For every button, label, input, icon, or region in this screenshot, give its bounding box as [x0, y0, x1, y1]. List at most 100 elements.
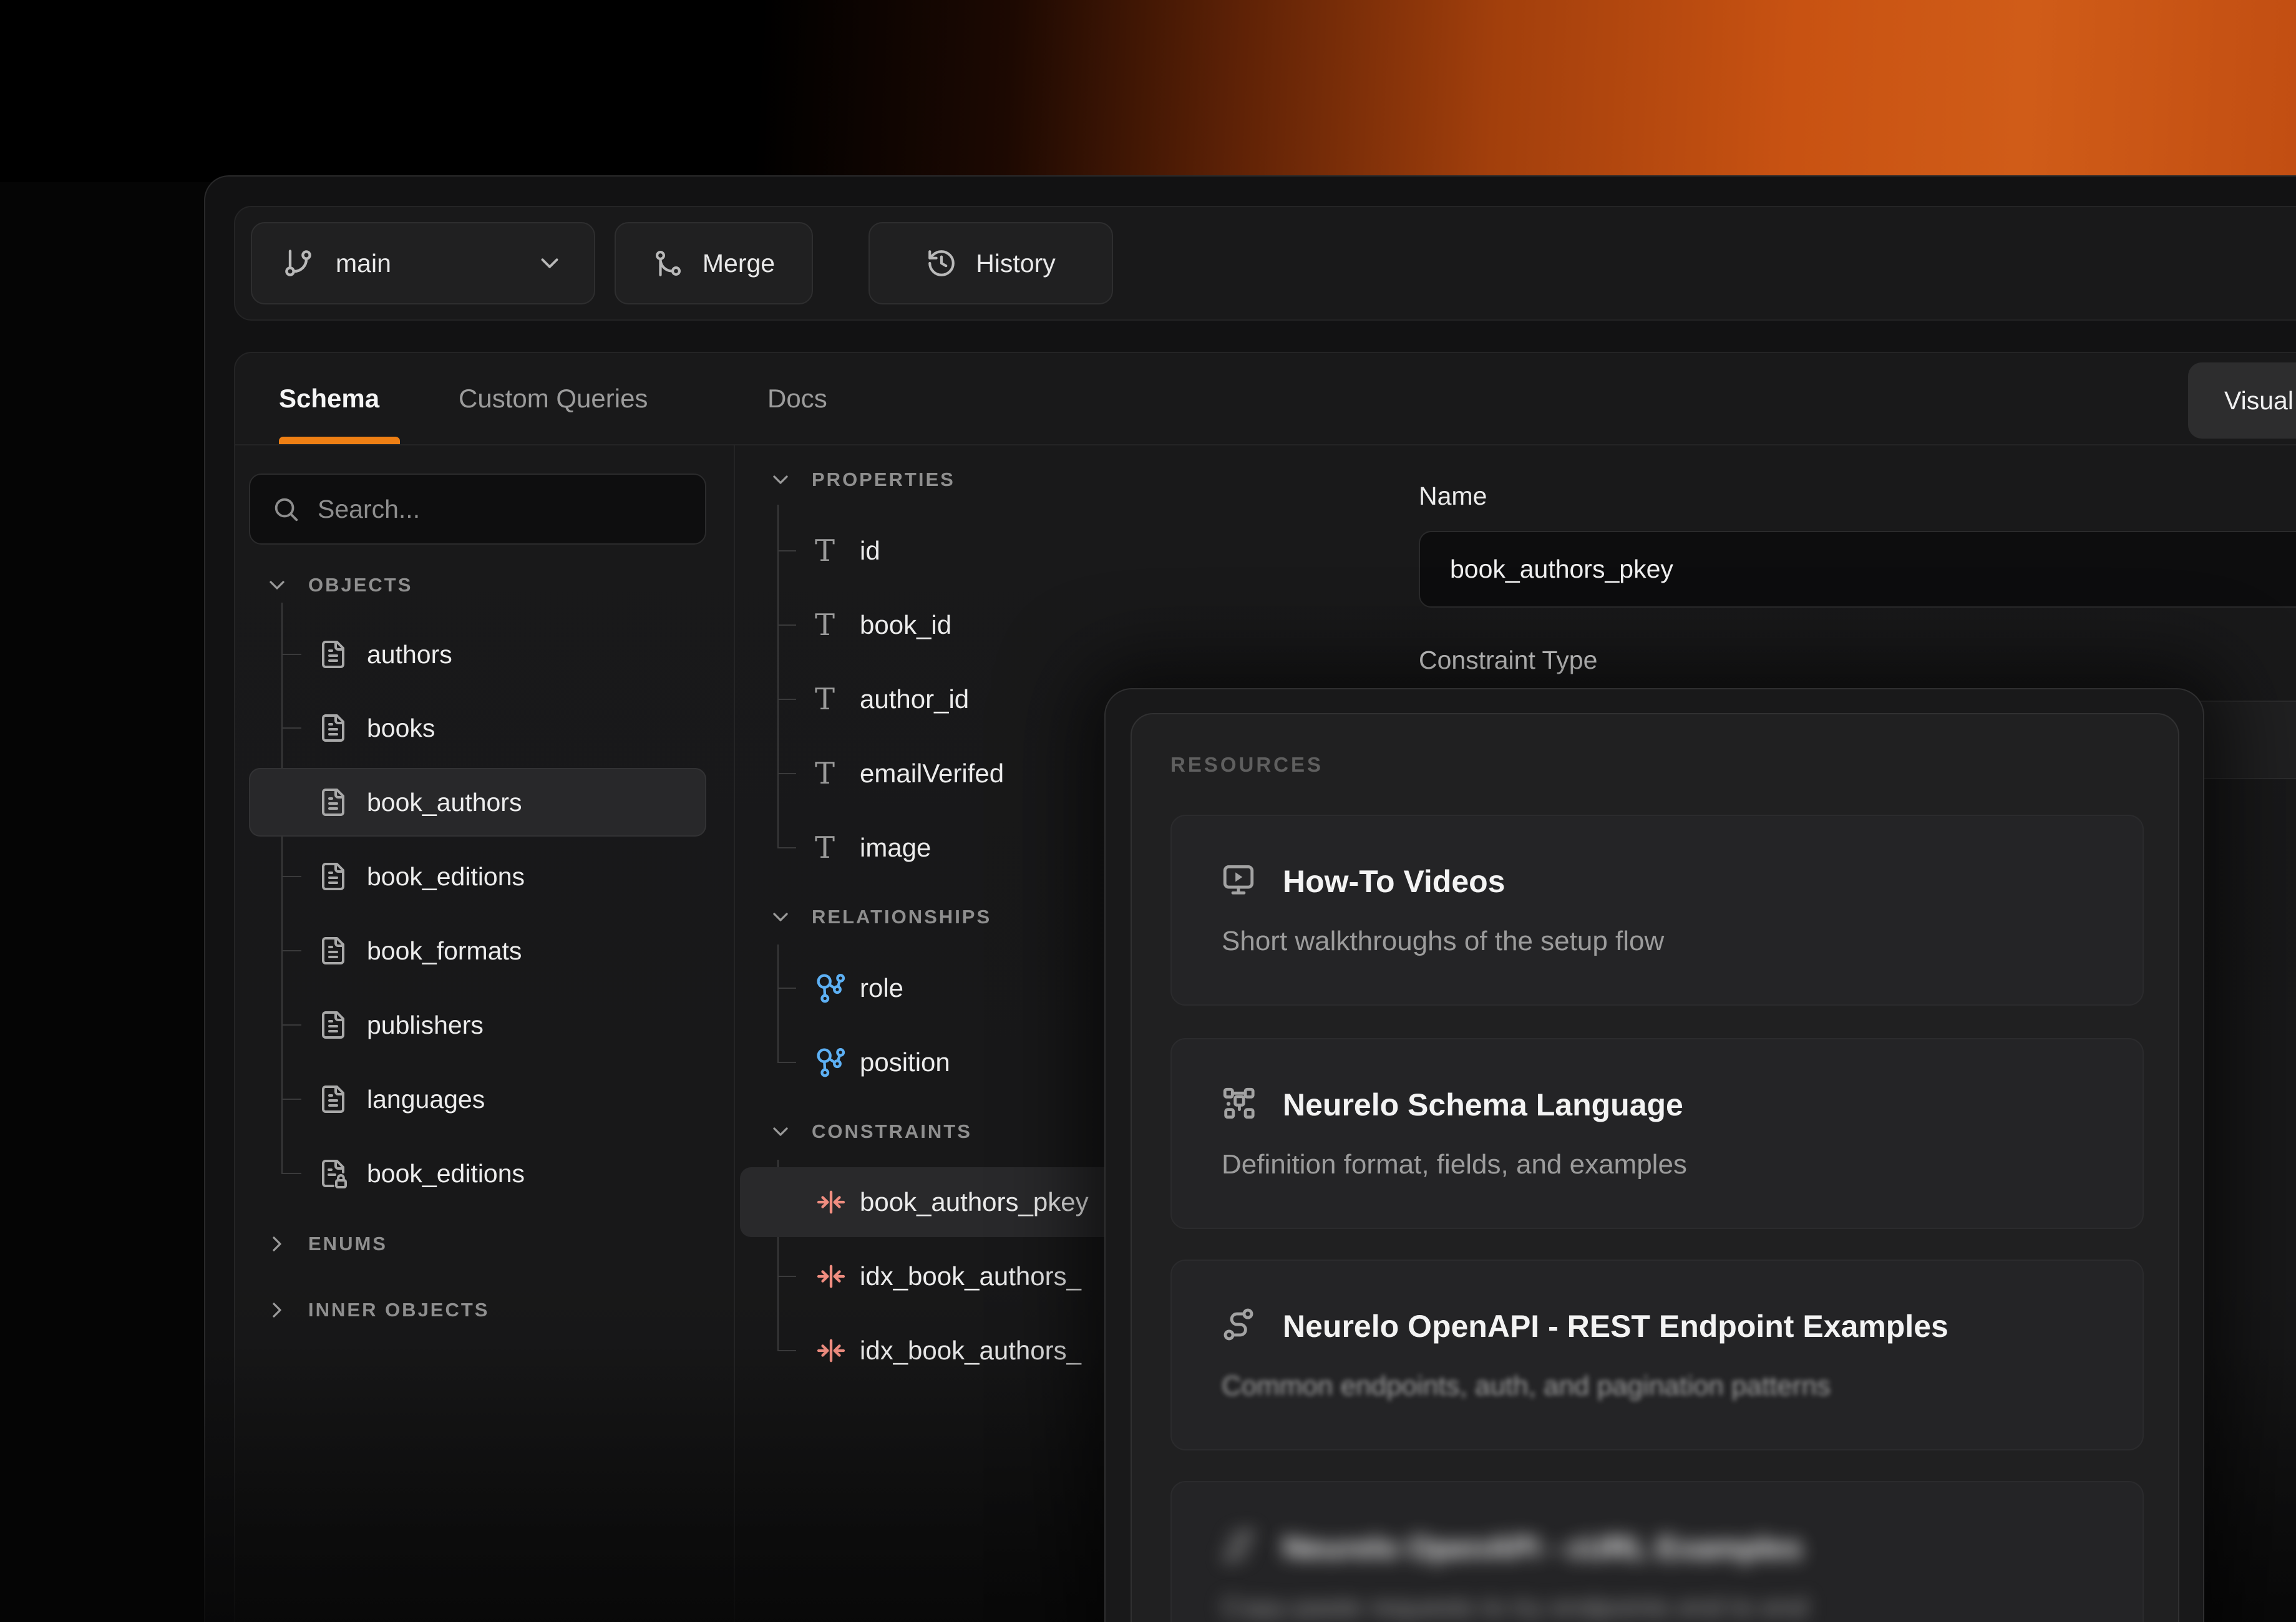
visual-toggle-button[interactable]: Visual [2188, 362, 2296, 439]
monitor-play-icon [1220, 862, 1257, 898]
resource-card-title: Neurelo OpenAPI - cURL Examples [1283, 1530, 1802, 1566]
sidebar-item-label: publishers [367, 1011, 484, 1040]
merge-button-label: Merge [703, 249, 775, 278]
name-input[interactable] [1450, 555, 2296, 584]
toolbar: main Merge History [234, 206, 2296, 321]
document-icon [318, 713, 348, 743]
type-text-icon: T [815, 536, 835, 566]
relationship-icon [815, 972, 847, 1004]
sidebar-item-book-authors[interactable]: book_authors [249, 768, 706, 837]
type-text-icon: T [815, 610, 835, 640]
property-label: emailVerifed [860, 759, 1004, 789]
property-label: author_id [860, 684, 969, 714]
section-properties[interactable]: PROPERTIES [768, 462, 955, 497]
chevron-down-icon [768, 467, 793, 492]
tab-docs-label: Docs [767, 384, 827, 414]
document-icon [318, 639, 348, 669]
resources-modal: RESOURCES How-To Videos Short walkthroug… [1104, 688, 2204, 1622]
route-icon [1220, 1528, 1257, 1564]
resource-card-schema-language[interactable]: Neurelo Schema Language Definition forma… [1170, 1038, 2144, 1229]
property-item-book-id[interactable]: T book_id [740, 590, 1170, 660]
relationship-label: role [860, 973, 903, 1003]
section-constraints[interactable]: CONSTRAINTS [768, 1114, 972, 1149]
sidebar-item-book-formats[interactable]: book_formats [249, 916, 706, 985]
resources-header: RESOURCES [1170, 753, 1323, 777]
sidebar-item-books[interactable]: books [249, 694, 706, 762]
type-text-icon: T [815, 759, 835, 789]
sidebar-item-label: book_editions [367, 1159, 525, 1188]
section-properties-label: PROPERTIES [812, 469, 955, 491]
merge-button[interactable]: Merge [615, 222, 813, 304]
chevron-right-icon [265, 1298, 289, 1323]
resource-card-title: Neurelo OpenAPI - REST Endpoint Examples [1283, 1308, 1948, 1344]
resource-card-openapi-curl[interactable]: Neurelo OpenAPI - cURL Examples Copy-pas… [1170, 1481, 2144, 1622]
constraint-icon [815, 1186, 847, 1218]
tab-custom-queries-label: Custom Queries [459, 384, 648, 414]
route-icon [1220, 1306, 1257, 1343]
tab-schema-label: Schema [279, 384, 379, 414]
property-label: book_id [860, 610, 951, 640]
document-lock-icon [318, 1158, 348, 1188]
constraint-label: idx_book_authors_ [860, 1336, 1081, 1366]
schema-blocks-icon [1220, 1085, 1257, 1121]
section-relationships[interactable]: RELATIONSHIPS [768, 900, 991, 935]
section-inner-objects-label: INNER OBJECTS [308, 1299, 489, 1321]
relationship-label: position [860, 1047, 950, 1077]
branch-selector[interactable]: main [251, 222, 595, 304]
section-objects[interactable]: OBJECTS [265, 568, 412, 603]
sidebar-item-label: authors [367, 640, 452, 669]
constraint-icon [815, 1260, 847, 1293]
visual-button-label: Visual [2224, 386, 2294, 415]
section-relationships-label: RELATIONSHIPS [812, 906, 991, 928]
resource-card-openapi-rest[interactable]: Neurelo OpenAPI - REST Endpoint Examples… [1170, 1260, 2144, 1450]
section-enums[interactable]: ENUMS [265, 1226, 387, 1261]
document-icon [318, 1010, 348, 1040]
resource-card-how-to-videos[interactable]: How-To Videos Short walkthroughs of the … [1170, 815, 2144, 1006]
sidebar-item-label: book_editions [367, 862, 525, 891]
chevron-down-icon [535, 249, 564, 278]
resource-card-title: Neurelo Schema Language [1283, 1087, 1683, 1123]
name-field-label: Name [1419, 482, 1487, 511]
git-merge-icon [653, 248, 684, 279]
sidebar-item-languages[interactable]: languages [249, 1065, 706, 1134]
tab-custom-queries[interactable]: Custom Queries [459, 353, 648, 444]
tab-bar: Schema Custom Queries Docs Visual [235, 353, 2296, 445]
sidebar-item-label: languages [367, 1085, 485, 1114]
resources-modal-inner: RESOURCES How-To Videos Short walkthroug… [1131, 713, 2179, 1622]
resource-card-description: Definition format, fields, and examples [1222, 1149, 1687, 1180]
sidebar-item-book-editions[interactable]: book_editions [249, 842, 706, 911]
constraint-icon [815, 1334, 847, 1367]
name-field [1419, 531, 2296, 608]
sidebar-item-publishers[interactable]: publishers [249, 991, 706, 1059]
background-orange-glow [0, 0, 2296, 182]
search-input[interactable] [318, 495, 684, 524]
section-enums-label: ENUMS [308, 1233, 387, 1255]
resource-card-description: Short walkthroughs of the setup flow [1222, 926, 1664, 957]
sidebar-search[interactable] [249, 473, 706, 545]
type-text-icon: T [815, 833, 835, 863]
branch-name: main [336, 249, 391, 278]
tab-docs[interactable]: Docs [767, 353, 827, 444]
document-icon [318, 1084, 348, 1114]
section-objects-label: OBJECTS [308, 574, 412, 596]
chevron-down-icon [768, 905, 793, 930]
sidebar-item-authors[interactable]: authors [249, 620, 706, 689]
property-item-id[interactable]: T id [740, 516, 1170, 586]
chevron-down-icon [265, 573, 289, 598]
constraint-label: idx_book_authors_ [860, 1261, 1081, 1291]
property-label: image [860, 833, 931, 863]
active-tab-underline [279, 437, 400, 444]
tab-schema[interactable]: Schema [279, 353, 379, 444]
history-button[interactable]: History [868, 222, 1113, 304]
relationship-icon [815, 1046, 847, 1079]
history-icon [926, 248, 957, 279]
constraint-label: book_authors_pkey [860, 1187, 1089, 1217]
resource-card-description: Common endpoints, auth, and pagination p… [1222, 1371, 1831, 1402]
chevron-right-icon [265, 1231, 289, 1256]
search-icon [271, 495, 300, 523]
sidebar-item-book-editions-view[interactable]: book_editions [249, 1139, 706, 1208]
sidebar-item-label: book_authors [367, 788, 522, 817]
section-inner-objects[interactable]: INNER OBJECTS [265, 1293, 489, 1328]
sidebar-item-label: books [367, 714, 435, 743]
document-icon [318, 862, 348, 891]
